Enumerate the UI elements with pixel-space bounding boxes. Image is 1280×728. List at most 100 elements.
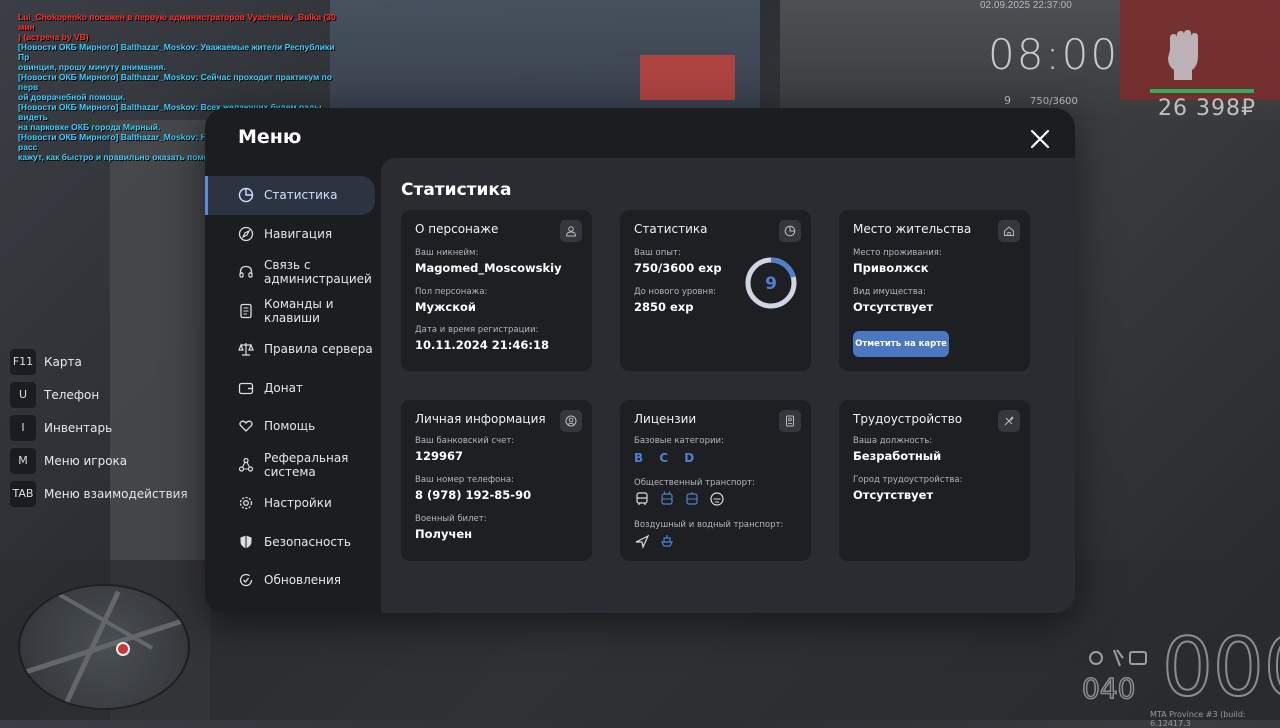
position-value: Безработный bbox=[853, 449, 942, 463]
work-city-value: Отсутствует bbox=[853, 488, 934, 502]
sidebar-item-label: Команды и клавиши bbox=[264, 296, 334, 325]
chart-pie-icon bbox=[237, 186, 255, 204]
close-icon[interactable] bbox=[1028, 127, 1052, 151]
residence-value: Приволжск bbox=[853, 261, 929, 275]
hotkey-player-menu[interactable]: M Меню игрока bbox=[10, 444, 188, 477]
sidebar-item-updates[interactable]: Обновления bbox=[205, 561, 381, 600]
card-title: Место жительства bbox=[853, 222, 972, 236]
hotkey-interaction-menu[interactable]: TAB Меню взаимодействия bbox=[10, 477, 188, 510]
hotkey-label: Карта bbox=[44, 354, 82, 369]
chat-line: [Новости ОКБ Мирного] Balthazar_Moskov: … bbox=[18, 42, 335, 62]
field-label: Военный билет: bbox=[415, 514, 487, 524]
sidebar: Статистика Навигация Связь с администрац… bbox=[205, 176, 381, 600]
registration-value: 10.11.2024 21:46:18 bbox=[415, 338, 549, 352]
field-label: Ваш опыт: bbox=[634, 248, 681, 258]
sidebar-item-settings[interactable]: Настройки bbox=[205, 484, 381, 523]
sidebar-item-statistics[interactable]: Статистика bbox=[205, 176, 375, 215]
tram-icon bbox=[684, 491, 700, 507]
sidebar-item-security[interactable]: Безопасность bbox=[205, 523, 381, 562]
property-value: Отсутствует bbox=[853, 300, 934, 314]
card-title: Лицензии bbox=[634, 412, 697, 426]
home-icon bbox=[998, 220, 1020, 242]
hud-level: 9 bbox=[1004, 94, 1011, 107]
hotkey-map[interactable]: F11 Карта bbox=[10, 345, 188, 378]
next-level-value: 2850 exp bbox=[634, 300, 694, 314]
chat-line: овинция, прошу минуту внимания. bbox=[18, 62, 166, 72]
field-label: До нового уровня: bbox=[634, 287, 717, 297]
airplane-icon bbox=[634, 533, 650, 549]
chat-line: Lui_Chokopenko посажен в первую админист… bbox=[18, 12, 336, 32]
licenses-card: Лицензии Базовые категории: B C D Общест… bbox=[620, 400, 811, 561]
bank-account-value: 129967 bbox=[415, 449, 464, 463]
user-icon bbox=[560, 220, 582, 242]
field-label: Пол персонажа: bbox=[415, 287, 488, 297]
id-card-icon bbox=[779, 410, 801, 432]
nickname-value: Magomed_Moscowskiy bbox=[415, 261, 562, 275]
key-badge: F11 bbox=[10, 348, 36, 375]
employment-card: Трудоустройство Ваша должность: Безработ… bbox=[839, 400, 1030, 561]
chat-line: [Новости ОКБ Мирного] Balthazar_Moskov: … bbox=[18, 72, 332, 92]
residence-card: Место жительства Место проживания: Приво… bbox=[839, 210, 1030, 371]
card-title: О персонаже bbox=[415, 222, 499, 236]
build-info: MTA Province #3 (build: 6.12417.3 bbox=[1150, 710, 1246, 728]
hotkey-inventory[interactable]: I Инвентарь bbox=[10, 411, 188, 444]
speed-readout: 000 bbox=[1161, 621, 1280, 714]
sidebar-item-donate[interactable]: Донат bbox=[205, 369, 381, 408]
user-circle-icon bbox=[560, 410, 582, 432]
chat-line: ) (встреча by VB) bbox=[18, 32, 89, 42]
chart-pie-icon bbox=[779, 220, 801, 242]
key-badge: TAB bbox=[10, 480, 36, 507]
exp-value: 750/3600 exp bbox=[634, 261, 722, 275]
sidebar-item-label: Связь с администрацией bbox=[264, 258, 372, 287]
sidebar-item-help[interactable]: Помощь bbox=[205, 407, 381, 446]
fist-icon bbox=[1168, 30, 1198, 80]
content-title: Статистика bbox=[401, 180, 512, 200]
refresh-check-icon bbox=[237, 571, 255, 589]
sidebar-item-label: Обновления bbox=[264, 573, 342, 588]
key-badge: U bbox=[10, 381, 36, 408]
air-water-transport-icons bbox=[634, 533, 675, 549]
hotkey-label: Меню игрока bbox=[44, 453, 128, 468]
key-badge: M bbox=[10, 447, 36, 474]
public-transport-icons bbox=[634, 491, 725, 507]
people-network-icon bbox=[237, 456, 255, 474]
mark-on-map-button[interactable]: Отметить на карте bbox=[853, 331, 949, 357]
fuel-readout: 040 bbox=[1081, 671, 1136, 706]
health-bar bbox=[1150, 89, 1254, 93]
sidebar-item-label: Помощь bbox=[264, 419, 316, 434]
sidebar-item-label: Донат bbox=[264, 380, 303, 395]
field-label: Базовые категории: bbox=[634, 436, 724, 446]
card-title: Трудоустройство bbox=[853, 412, 963, 426]
hotkey-phone[interactable]: U Телефон bbox=[10, 378, 188, 411]
player-marker bbox=[116, 642, 130, 656]
personal-info-card: Личная информация Ваш банковский счет: 1… bbox=[401, 400, 592, 561]
hotkey-label: Инвентарь bbox=[44, 420, 113, 435]
sidebar-item-label: Навигация bbox=[264, 226, 333, 241]
sidebar-item-label: Правила сервера bbox=[264, 342, 373, 357]
field-label: Дата и время регистрации: bbox=[415, 325, 539, 335]
stats-card: Статистика Ваш опыт: 750/3600 exp До нов… bbox=[620, 210, 811, 371]
hotkey-label: Меню взаимодействия bbox=[44, 486, 188, 501]
headset-icon bbox=[237, 263, 255, 281]
sidebar-item-commands[interactable]: Команды и клавиши bbox=[205, 292, 381, 331]
hud-time: 08:00 bbox=[988, 30, 1120, 79]
sidebar-item-navigation[interactable]: Навигация bbox=[205, 215, 381, 254]
field-label: Ваш банковский счет: bbox=[415, 436, 515, 446]
card-title: Личная информация bbox=[415, 412, 546, 426]
sidebar-item-contact-admin[interactable]: Связь с администрацией bbox=[205, 253, 381, 292]
hud-date: 02.09.2025 22:37:00 bbox=[980, 0, 1072, 11]
sidebar-item-label: Безопасность bbox=[264, 534, 351, 549]
boat-icon bbox=[659, 533, 675, 549]
background-sign bbox=[640, 55, 735, 100]
field-label: Место проживания: bbox=[853, 248, 942, 258]
field-label: Ваша должность: bbox=[853, 436, 933, 446]
field-label: Воздушный и водный транспорт: bbox=[634, 520, 784, 530]
heart-hands-icon bbox=[237, 417, 255, 435]
tools-icon bbox=[998, 410, 1020, 432]
sidebar-item-rules[interactable]: Правила сервера bbox=[205, 330, 381, 369]
field-label: Город трудоустройства: bbox=[853, 475, 963, 485]
field-label: Вид имущества: bbox=[853, 287, 926, 297]
content-panel: Статистика О персонаже Ваш никнейм: Mago… bbox=[381, 158, 1075, 613]
sidebar-item-referral[interactable]: Реферальная система bbox=[205, 446, 381, 485]
shield-icon bbox=[237, 533, 255, 551]
